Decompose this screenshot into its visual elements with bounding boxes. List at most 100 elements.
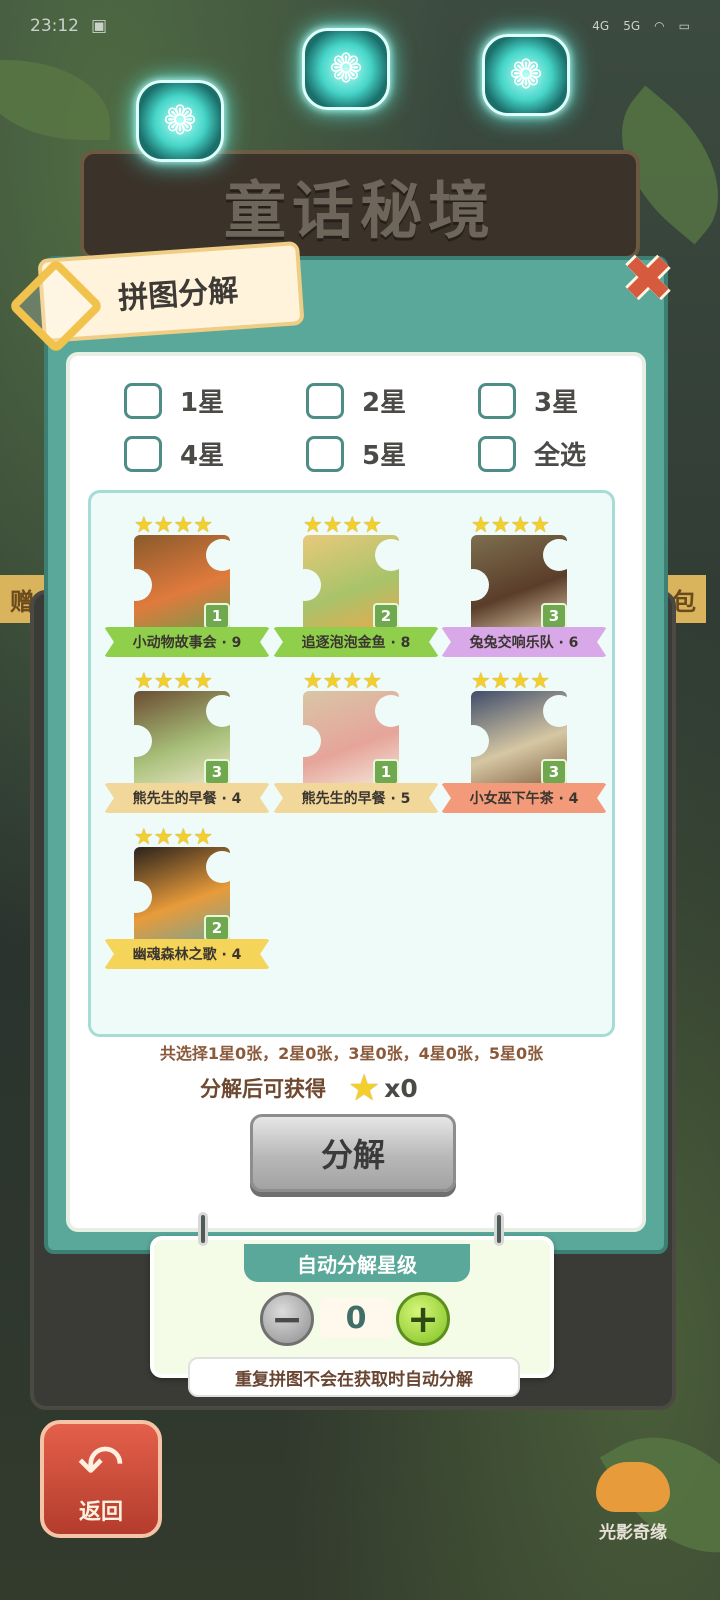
star-icon: ★ xyxy=(322,513,343,538)
filter-2-star[interactable]: 2星 xyxy=(306,382,478,419)
card-name-ribbon: 熊先生的早餐 · 5 xyxy=(273,783,439,813)
card-name-ribbon: 幽魂森林之歌 · 4 xyxy=(104,939,270,969)
puzzle-knob xyxy=(375,695,399,727)
star-icon: ★ xyxy=(342,669,363,694)
network-label: 4G xyxy=(592,19,610,33)
filter-label: 2星 xyxy=(362,388,407,418)
close-icon: ✖ xyxy=(622,241,674,315)
clip-decoration xyxy=(198,1212,208,1246)
star-icon: ★ xyxy=(193,669,213,694)
auto-decompose-title: 自动分解星级 xyxy=(244,1244,470,1282)
star-icon: ★ xyxy=(362,513,382,538)
count-badge: 1 xyxy=(204,603,230,629)
filter-3-star[interactable]: 3星 xyxy=(478,382,578,419)
checkbox[interactable] xyxy=(478,382,516,419)
star-rating: ★ ★ ★ ★ xyxy=(134,515,213,537)
puzzle-card[interactable]: ★ ★ ★ ★ 3 熊先生的早餐 · 4 xyxy=(104,671,270,821)
star-icon: ★ xyxy=(510,513,531,538)
scene-banner: 童话秘境 xyxy=(80,150,640,260)
filter-1-star[interactable]: 1星 xyxy=(124,382,306,419)
star-icon: ★ xyxy=(153,513,174,538)
back-arrow-icon: ↶ xyxy=(77,1433,125,1498)
puzzle-knob xyxy=(375,539,399,571)
star-icon: ★ xyxy=(134,669,154,694)
count-badge: 3 xyxy=(541,759,567,785)
puzzle-knob xyxy=(303,725,321,757)
filter-label: 5星 xyxy=(362,441,407,471)
star-icon: ★ xyxy=(490,513,511,538)
star-icon: ★ xyxy=(362,669,382,694)
puzzle-knob xyxy=(303,569,321,601)
puzzle-card[interactable]: ★ ★ ★ ★ 2 追逐泡泡金鱼 · 8 xyxy=(273,515,439,665)
card-name-ribbon: 追逐泡泡金鱼 · 8 xyxy=(273,627,439,657)
puzzle-card[interactable]: ★ ★ ★ ★ 3 小女巫下午茶 · 4 xyxy=(441,671,607,821)
checkbox[interactable] xyxy=(124,382,162,419)
scene-title: 童话秘境 xyxy=(223,174,496,247)
puzzle-card[interactable]: ★ ★ ★ ★ 1 小动物故事会 · 9 xyxy=(104,515,270,665)
puzzle-knob xyxy=(543,695,567,727)
checkbox[interactable] xyxy=(306,382,344,419)
status-time: 23:12 xyxy=(30,16,79,36)
game-logo: 光影奇缘 xyxy=(578,1462,688,1543)
reward-row: 分解后可获得 ★ x0 xyxy=(200,1067,418,1109)
paw-icon: ❁ xyxy=(136,80,224,162)
close-button[interactable]: ✖ xyxy=(618,242,678,315)
star-rating: ★ ★ ★ ★ xyxy=(471,515,550,537)
star-icon: ★ xyxy=(348,1067,381,1109)
battery-icon: ▭ xyxy=(678,19,690,33)
paw-icon: ❁ xyxy=(482,34,570,116)
checkbox[interactable] xyxy=(306,435,344,472)
star-icon: ★ xyxy=(471,513,491,538)
count-badge: 2 xyxy=(204,915,230,941)
decrease-button[interactable]: − xyxy=(260,1292,314,1346)
puzzle-card[interactable]: ★ ★ ★ ★ 3 兔兔交响乐队 · 6 xyxy=(441,515,607,665)
star-icon: ★ xyxy=(134,825,154,850)
dialog-title: 拼图分解 xyxy=(117,273,240,317)
minus-icon: − xyxy=(271,1297,303,1341)
star-level-value: 0 xyxy=(320,1298,392,1338)
filter-select-all[interactable]: 全选 xyxy=(478,435,586,472)
card-name-ribbon: 熊先生的早餐 · 4 xyxy=(104,783,270,813)
filter-label: 1星 xyxy=(180,388,225,418)
back-label: 返回 xyxy=(78,1500,123,1525)
filter-4-star[interactable]: 4星 xyxy=(124,435,306,472)
filter-5-star[interactable]: 5星 xyxy=(306,435,478,472)
puzzle-knob xyxy=(206,851,230,883)
star-icon: ★ xyxy=(134,513,154,538)
star-rating: ★ ★ ★ ★ xyxy=(471,671,550,693)
plus-icon: + xyxy=(407,1297,439,1341)
filter-label: 4星 xyxy=(180,441,225,471)
puzzle-card[interactable]: ★ ★ ★ ★ 2 幽魂森林之歌 · 4 xyxy=(104,827,270,977)
star-rating: ★ ★ ★ ★ xyxy=(134,827,213,849)
card-name-ribbon: 小动物故事会 · 9 xyxy=(104,627,270,657)
card-name-ribbon: 兔兔交响乐队 · 6 xyxy=(441,627,607,657)
reward-label: 分解后可获得 xyxy=(200,1077,326,1101)
puzzle-knob xyxy=(134,881,152,913)
puzzle-knob xyxy=(471,725,489,757)
checkbox[interactable] xyxy=(478,435,516,472)
puzzle-card[interactable]: ★ ★ ★ ★ 1 熊先生的早餐 · 5 xyxy=(273,671,439,821)
star-icon: ★ xyxy=(303,669,323,694)
logo-text: 光影奇缘 xyxy=(599,1523,667,1543)
star-icon: ★ xyxy=(173,825,194,850)
increase-button[interactable]: + xyxy=(396,1292,450,1346)
count-badge: 3 xyxy=(541,603,567,629)
star-icon: ★ xyxy=(471,669,491,694)
count-badge: 3 xyxy=(204,759,230,785)
card-name-ribbon: 小女巫下午茶 · 4 xyxy=(441,783,607,813)
back-button[interactable]: ↶ 返回 xyxy=(40,1420,162,1538)
puzzle-knob xyxy=(543,539,567,571)
star-icon: ★ xyxy=(193,825,213,850)
decompose-button[interactable]: 分解 xyxy=(250,1114,456,1192)
clip-decoration xyxy=(494,1212,504,1246)
filter-row: 4星 5星 全选 xyxy=(124,435,586,472)
star-icon: ★ xyxy=(342,513,363,538)
puzzle-knob xyxy=(471,569,489,601)
checkbox[interactable] xyxy=(124,435,162,472)
puzzle-knob xyxy=(206,695,230,727)
filter-row: 1星 2星 3星 xyxy=(124,382,578,419)
paw-icon: ❁ xyxy=(302,28,390,110)
star-rating: ★ ★ ★ ★ xyxy=(303,671,382,693)
puzzle-card-grid: ★ ★ ★ ★ 1 小动物故事会 · 9 ★ ★ ★ ★ 2 追逐泡泡金鱼 · 8 ★ ★ ★ ★… xyxy=(88,490,615,1037)
puzzle-knob xyxy=(206,539,230,571)
